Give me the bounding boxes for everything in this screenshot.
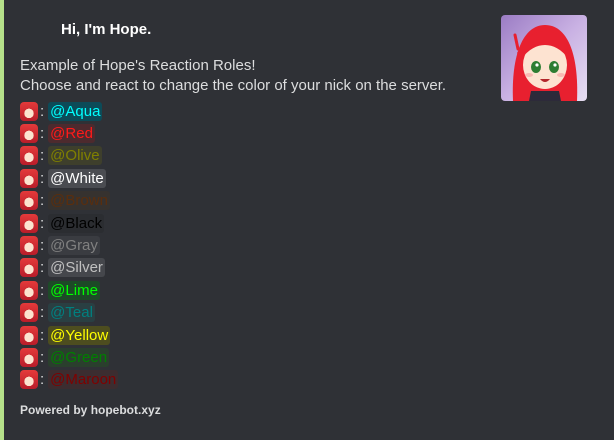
description-line: Choose and react to change the color of …	[20, 77, 447, 94]
colon-separator: :	[40, 147, 45, 165]
colon-separator: :	[40, 125, 45, 143]
role-row: : @Green	[20, 346, 118, 368]
reaction-emoji-icon	[20, 347, 38, 367]
colon-separator: :	[40, 192, 45, 210]
embed-footer: Powered by hopebot.xyz	[20, 403, 161, 417]
role-mention[interactable]: @Lime	[48, 280, 100, 300]
role-mention[interactable]: @Aqua	[48, 101, 103, 121]
role-row: : @Red	[20, 122, 118, 144]
role-mention[interactable]: @Black	[48, 213, 105, 233]
reaction-emoji-icon	[20, 280, 38, 300]
reaction-emoji-icon	[20, 303, 38, 323]
colon-separator: :	[40, 214, 45, 232]
colon-separator: :	[40, 304, 45, 322]
role-mention[interactable]: @Teal	[48, 303, 95, 323]
description-line: Example of Hope's Reaction Roles!	[20, 57, 256, 74]
role-mention[interactable]: @Yellow	[48, 325, 111, 345]
role-mention[interactable]: @Gray	[48, 236, 100, 256]
role-mention[interactable]: @Red	[48, 124, 95, 144]
role-row: : @Silver	[20, 257, 118, 279]
reaction-emoji-icon	[20, 213, 38, 233]
colon-separator: :	[40, 237, 45, 255]
thumbnail-image[interactable]	[501, 15, 587, 101]
colon-separator: :	[40, 348, 45, 366]
colon-separator: :	[40, 371, 45, 389]
colon-separator: :	[40, 169, 45, 187]
colon-separator: :	[40, 102, 45, 120]
reaction-emoji-icon	[20, 325, 38, 345]
role-list: : @Aqua: @Red: @Olive: @White: @Brown: @Black:…	[20, 100, 119, 391]
role-mention[interactable]: @Maroon	[48, 370, 119, 390]
role-row: : @Lime	[20, 279, 118, 301]
reaction-emoji-icon	[20, 258, 38, 278]
reaction-emoji-icon	[20, 168, 38, 188]
reaction-emoji-icon	[20, 370, 38, 390]
role-row: : @Olive	[20, 145, 118, 167]
hope-avatar-icon	[512, 25, 578, 101]
role-mention[interactable]: @White	[48, 168, 106, 188]
role-mention[interactable]: @Green	[48, 347, 110, 367]
embed-card: Hi, I'm Hope. Example of Hope's Reaction…	[0, 0, 614, 440]
reaction-emoji-icon	[20, 124, 38, 144]
embed-description: Example of Hope's Reaction Roles! Choose…	[20, 56, 490, 96]
reaction-emoji-icon	[20, 101, 38, 121]
colon-separator: :	[40, 326, 45, 344]
reaction-emoji-icon	[20, 146, 38, 166]
role-row: : @Teal	[20, 302, 118, 324]
role-row: : @Maroon	[20, 369, 119, 391]
reaction-emoji-icon	[20, 236, 38, 256]
role-row: : @Yellow	[20, 324, 118, 346]
role-row: : @Brown	[20, 190, 118, 212]
embed-author: Hi, I'm Hope.	[61, 21, 152, 38]
role-row: : @Aqua	[20, 100, 118, 122]
role-row: : @Black	[20, 212, 118, 234]
role-mention[interactable]: @Olive	[48, 146, 102, 166]
colon-separator: :	[40, 259, 45, 277]
role-mention[interactable]: @Brown	[48, 191, 110, 211]
role-mention[interactable]: @Silver	[48, 258, 105, 278]
colon-separator: :	[40, 281, 45, 299]
reaction-emoji-icon	[20, 191, 38, 211]
role-row: : @Gray	[20, 234, 118, 256]
role-row: : @White	[20, 167, 118, 189]
embed-accent-bar	[0, 0, 4, 440]
